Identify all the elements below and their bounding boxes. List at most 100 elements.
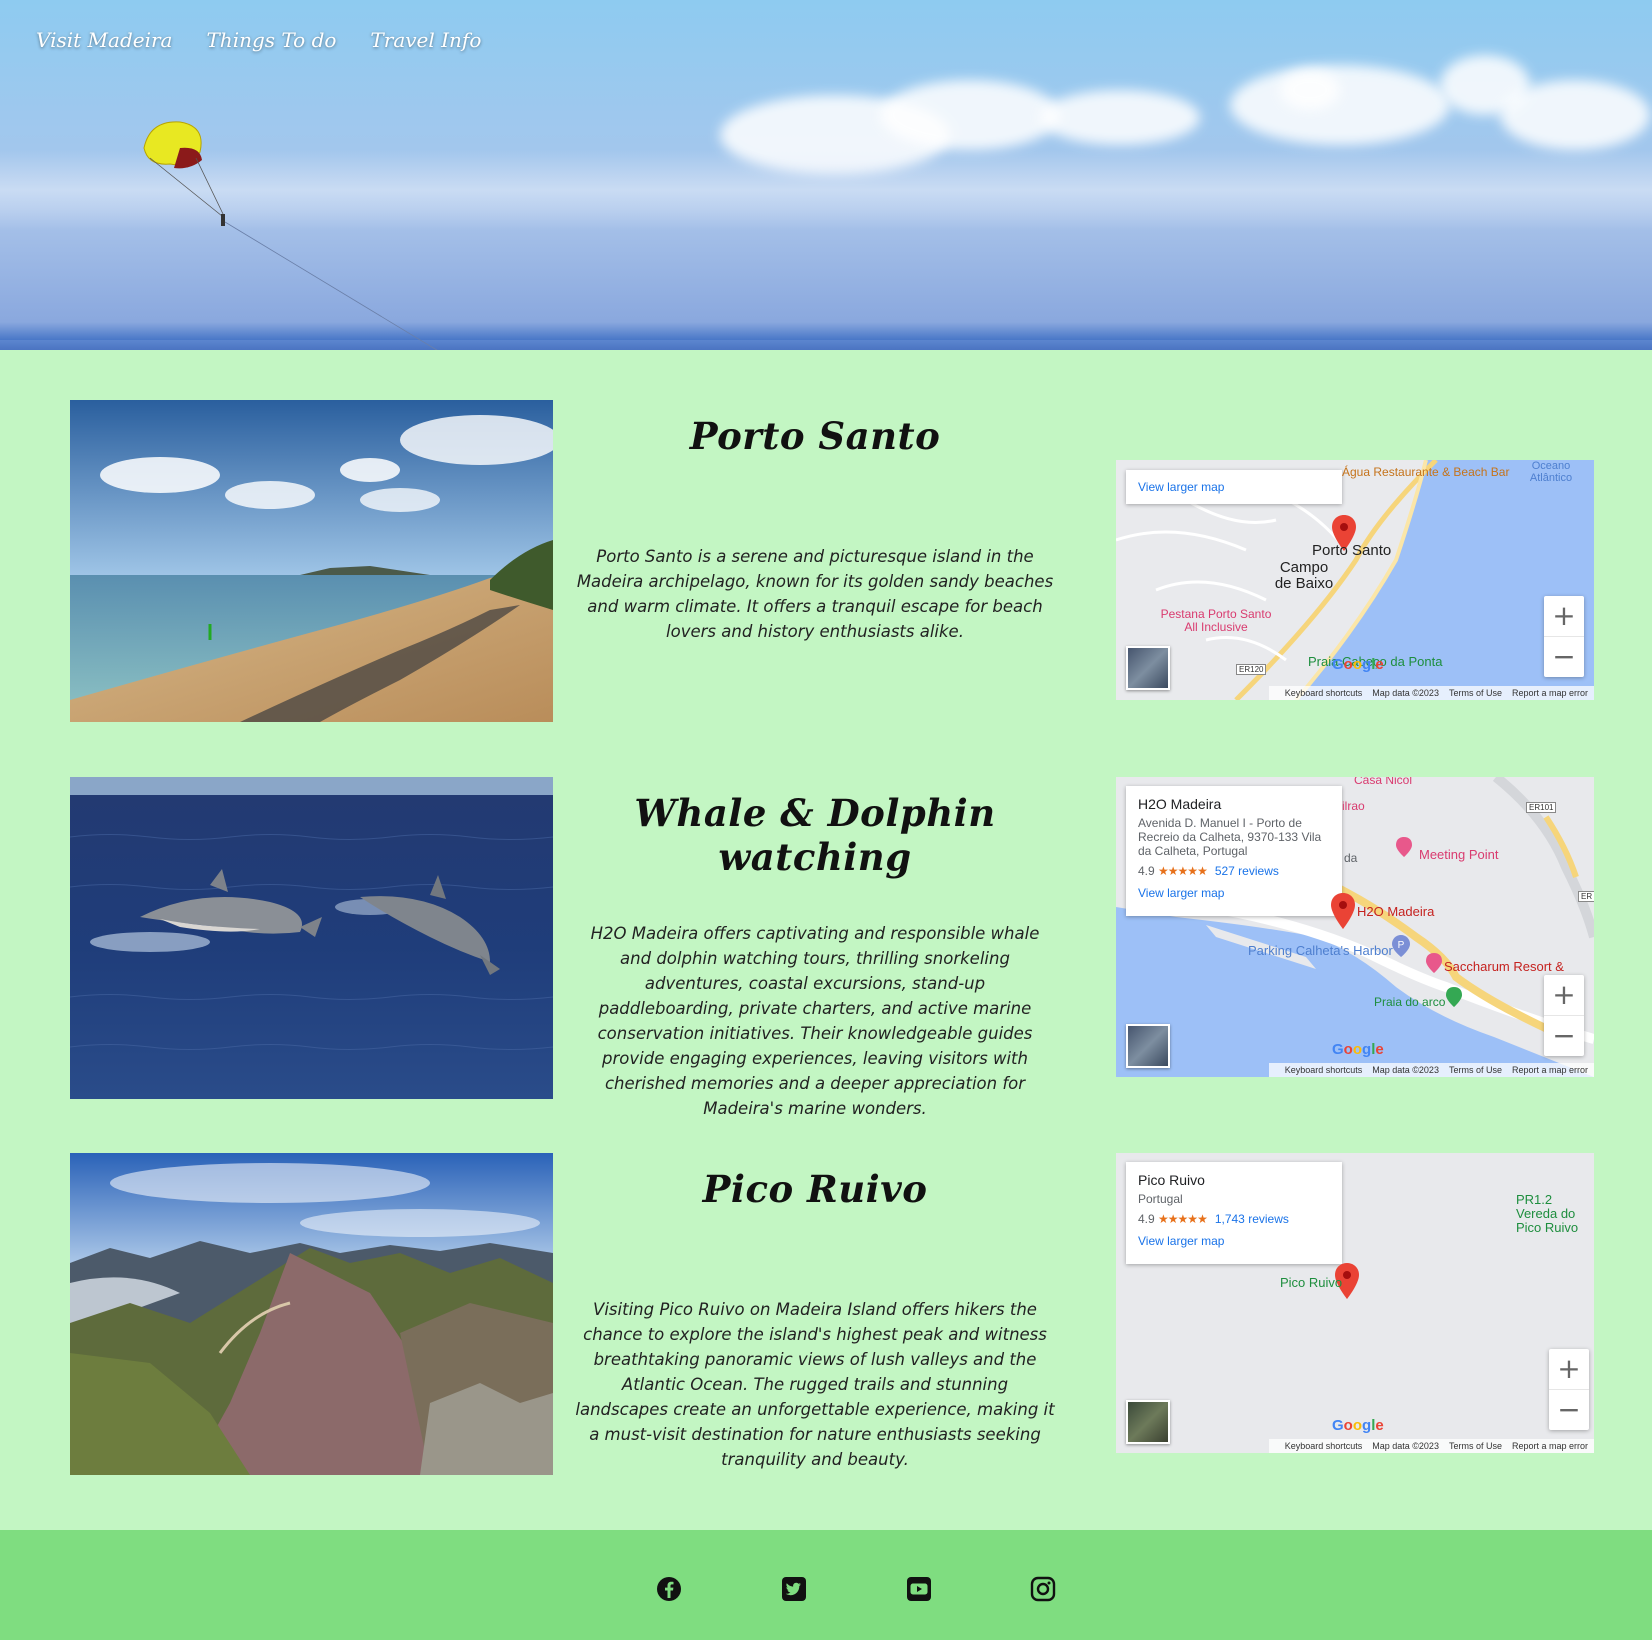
map-label: Pestana Porto Santo All Inclusive [1160, 607, 1272, 634]
hero-banner: Visit Madeira Things To do Travel Info [0, 0, 1652, 350]
hotel-pin-icon [1396, 837, 1412, 857]
road-label: ER120 [1236, 664, 1267, 675]
map-info-card: View larger map [1126, 470, 1342, 504]
nav-travel-info[interactable]: Travel Info [370, 28, 481, 52]
map-info-card: H2O Madeira Avenida D. Manuel I - Porto … [1126, 786, 1342, 916]
map-zoom-controls[interactable]: + − [1544, 975, 1584, 1056]
zoom-out-button[interactable]: − [1544, 1015, 1584, 1056]
map-label: H2O Madeira [1357, 904, 1435, 919]
star-icons: ★★★★★ [1158, 1212, 1208, 1226]
map-label: Porto Santo [1312, 542, 1392, 559]
map-footer: Keyboard shortcuts Map data ©2023 Terms of… [1268, 686, 1594, 700]
section-title: Pico Ruivo [702, 1167, 928, 1211]
map-zoom-controls[interactable]: + − [1549, 1349, 1589, 1430]
pico-ruivo-map[interactable]: Pico Ruivo Portugal 4.9 ★★★★★ 1,743 revie… [1116, 1153, 1594, 1453]
h2o-madeira-map[interactable]: H2O Madeira Avenida D. Manuel I - Porto … [1116, 777, 1594, 1077]
cloud [1500, 80, 1650, 150]
map-footer-link[interactable]: Report a map error [1512, 688, 1588, 698]
site-footer [0, 1530, 1652, 1640]
hotel-pin-icon [1426, 953, 1442, 973]
map-footer-link[interactable]: Keyboard shortcuts [1285, 1065, 1363, 1075]
place-rating: 4.9 ★★★★★ 1,743 reviews [1138, 1212, 1330, 1226]
map-info-card: Pico Ruivo Portugal 4.9 ★★★★★ 1,743 revie… [1126, 1162, 1342, 1264]
place-name: H2O Madeira [1138, 796, 1222, 812]
map-footer-link[interactable]: Keyboard shortcuts [1285, 1441, 1363, 1451]
nav-things-to-do[interactable]: Things To do [206, 28, 336, 52]
instagram-icon[interactable] [1030, 1576, 1056, 1602]
rating-value: 4.9 [1138, 864, 1155, 878]
map-footer-link[interactable]: Report a map error [1512, 1065, 1588, 1075]
section-description: Porto Santo is a serene and picturesque … [576, 547, 1054, 641]
rating-value: 4.9 [1138, 1212, 1155, 1226]
svg-text:P: P [1398, 940, 1405, 951]
youtube-icon[interactable] [906, 1576, 932, 1602]
map-label: Praia do arco [1374, 995, 1446, 1009]
section-title: Porto Santo [689, 414, 941, 458]
map-footer: Keyboard shortcuts Map data ©2023 Terms of… [1268, 1439, 1594, 1453]
cloud [1280, 70, 1340, 110]
porto-santo-map[interactable]: View larger map Água Restaurante & Beach… [1116, 460, 1594, 700]
map-footer-link[interactable]: Map data ©2023 [1372, 1065, 1439, 1075]
map-footer-link[interactable]: Map data ©2023 [1372, 1441, 1439, 1451]
map-satellite-toggle[interactable] [1126, 646, 1170, 690]
map-footer: Keyboard shortcuts Map data ©2023 Terms of… [1268, 1063, 1594, 1077]
facebook-icon[interactable] [656, 1576, 682, 1602]
map-label: Meeting Point [1419, 847, 1499, 862]
place-rating: 4.9 ★★★★★ 527 reviews [1138, 864, 1330, 878]
map-label: Água Restaurante & Beach Bar [1342, 465, 1510, 479]
pico-ruivo-content: Pico Ruivo Visiting Pico Ruivo on Madeir… [575, 1153, 1054, 1475]
beach-pin-icon [1446, 987, 1462, 1007]
map-footer-link[interactable]: Keyboard shortcuts [1285, 688, 1363, 698]
map-satellite-toggle[interactable] [1126, 1400, 1170, 1444]
pico-ruivo-photo [70, 1153, 553, 1475]
road-label: ER [1578, 891, 1594, 902]
road-label: ER101 [1526, 802, 1557, 813]
map-label: Oceano Atlântico [1529, 460, 1573, 484]
view-larger-map-link[interactable]: View larger map [1138, 1234, 1330, 1248]
map-label: ilrao [1342, 799, 1365, 813]
map-footer-link[interactable]: Map data ©2023 [1372, 688, 1439, 698]
zoom-in-button[interactable]: + [1544, 596, 1584, 636]
nav-visit-madeira[interactable]: Visit Madeira [36, 28, 172, 52]
map-satellite-toggle[interactable] [1126, 1024, 1170, 1068]
zoom-in-button[interactable]: + [1544, 975, 1584, 1015]
porto-santo-content: Porto Santo Porto Santo is a serene and … [577, 400, 1053, 722]
map-pin-icon [1331, 893, 1355, 929]
view-larger-map-link[interactable]: View larger map [1138, 480, 1330, 494]
reviews-link[interactable]: 527 reviews [1215, 864, 1279, 878]
map-label: Casa Nicol [1354, 777, 1413, 787]
section-description: Visiting Pico Ruivo on Madeira Island of… [575, 1300, 1055, 1469]
map-label: Pico Ruivo [1280, 1275, 1343, 1290]
cloud [1230, 65, 1450, 145]
map-footer-link[interactable]: Terms of Use [1449, 1441, 1502, 1451]
zoom-out-button[interactable]: − [1544, 636, 1584, 677]
dolphin-photo [70, 777, 553, 1099]
map-footer-link[interactable]: Report a map error [1512, 1441, 1588, 1451]
zoom-out-button[interactable]: − [1549, 1389, 1589, 1430]
map-label: Campo de Baixo [1274, 559, 1334, 592]
google-logo: Google [1332, 1417, 1384, 1434]
map-footer-link[interactable]: Terms of Use [1449, 688, 1502, 698]
map-footer-link[interactable]: Terms of Use [1449, 1065, 1502, 1075]
google-logo: Google [1332, 1041, 1384, 1058]
map-label: Saccharum Resort & [1444, 959, 1564, 974]
map-label: Parking Calheta's Harbor [1248, 943, 1393, 958]
cloud [880, 80, 1060, 150]
cloud [1040, 90, 1200, 145]
main-nav: Visit Madeira Things To do Travel Info [36, 28, 481, 52]
porto-santo-photo [70, 400, 553, 722]
whale-dolphin-content: Whale & Dolphin watching H2O Madeira off… [590, 777, 1040, 1118]
reviews-link[interactable]: 1,743 reviews [1215, 1212, 1289, 1226]
zoom-in-button[interactable]: + [1549, 1349, 1589, 1389]
section-description: H2O Madeira offers captivating and respo… [590, 924, 1040, 1118]
twitter-icon[interactable] [781, 1576, 807, 1602]
map-label: PR1.2 Vereda do Pico Ruivo [1516, 1192, 1579, 1235]
parking-icon: P [1392, 935, 1410, 957]
google-logo: Google [1332, 656, 1384, 673]
view-larger-map-link[interactable]: View larger map [1138, 886, 1330, 900]
place-address: Portugal [1138, 1192, 1183, 1206]
section-pico-ruivo: Pico Ruivo Visiting Pico Ruivo on Madeir… [70, 1153, 1594, 1475]
parasail-image [143, 121, 438, 350]
map-zoom-controls[interactable]: + − [1544, 596, 1584, 677]
section-porto-santo: Porto Santo Porto Santo is a serene and … [70, 400, 1594, 722]
